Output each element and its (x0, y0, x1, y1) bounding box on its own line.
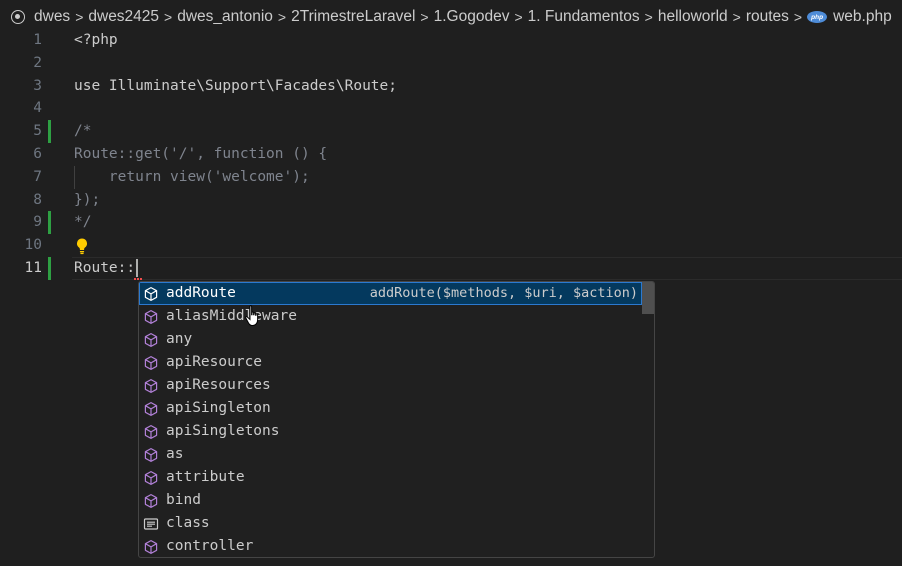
suggest-item[interactable]: aliasMiddleware (139, 305, 642, 328)
line-number: 2 (33, 54, 42, 71)
method-icon (144, 424, 158, 439)
code-line-11[interactable]: 11 Route:: (0, 256, 902, 280)
chevron-right-icon: > (644, 9, 653, 25)
method-icon (144, 447, 158, 462)
suggest-label: any (166, 331, 193, 347)
code-line-2[interactable]: 2 (0, 52, 902, 75)
code-line-1[interactable]: 1 <?php (0, 29, 902, 52)
breadcrumb-item-trimestre[interactable]: 2TrimestreLaravel (291, 8, 415, 26)
suggest-item[interactable]: any (139, 328, 642, 351)
breadcrumb-item-fundamentos[interactable]: 1. Fundamentos (528, 8, 640, 26)
chevron-right-icon: > (732, 9, 741, 25)
code-line-3[interactable]: 3 use Illuminate\Support\Facades\Route; (0, 75, 902, 98)
line-number: 7 (33, 168, 42, 185)
code-line-8[interactable]: 8 }); (0, 189, 902, 212)
method-icon (144, 539, 158, 554)
gutter-change-marker (48, 211, 51, 235)
chevron-right-icon: > (75, 9, 84, 25)
suggest-scrollbar[interactable] (642, 282, 654, 314)
code-text-with-cursor: Route:: (74, 257, 139, 280)
method-icon (144, 309, 158, 324)
breadcrumb-item-gogodev[interactable]: 1.Gogodev (434, 8, 510, 26)
code-editor[interactable]: 1 <?php 2 3 use Illuminate\Support\Facad… (0, 29, 902, 280)
method-icon (144, 470, 158, 485)
class-keyword-icon (143, 517, 159, 530)
suggest-item[interactable]: apiSingleton (139, 397, 642, 420)
line-number: 3 (33, 77, 42, 94)
line-number: 5 (33, 123, 42, 140)
chevron-right-icon: > (793, 9, 803, 25)
suggest-label: apiResource (166, 354, 263, 370)
code-text: }); (74, 191, 101, 208)
code-text: return view('welcome'); (74, 168, 310, 185)
line-number: 8 (33, 191, 42, 208)
method-icon (144, 332, 158, 347)
code-line-5[interactable]: 5 /* (0, 120, 902, 143)
suggest-label: controller (166, 538, 254, 554)
line-number: 4 (33, 100, 42, 117)
breadcrumb-item-file[interactable]: web.php (833, 8, 892, 26)
method-icon (144, 401, 158, 416)
breadcrumb-item-dwes-antonio[interactable]: dwes_antonio (177, 8, 273, 26)
code-text: */ (74, 214, 92, 231)
autocomplete-suggest-widget[interactable]: addRoute addRoute($methods, $uri, $actio… (138, 281, 655, 558)
code-line-9[interactable]: 9 */ (0, 211, 902, 235)
chevron-right-icon: > (514, 9, 523, 25)
suggest-label: apiSingletons (166, 423, 280, 439)
breadcrumb-item-helloworld[interactable]: helloworld (658, 8, 728, 26)
root-folder-icon (11, 10, 25, 24)
line-number: 10 (24, 237, 42, 254)
code-line-10[interactable]: 10 (0, 234, 902, 257)
chevron-right-icon: > (420, 9, 429, 25)
suggest-item[interactable]: class (139, 512, 642, 535)
suggest-item[interactable]: apiResource (139, 351, 642, 374)
code-line-4[interactable]: 4 (0, 97, 902, 120)
suggest-item[interactable]: addRoute addRoute($methods, $uri, $actio… (139, 282, 642, 305)
lightbulb-icon[interactable] (75, 237, 89, 255)
suggest-label: class (166, 515, 210, 531)
suggest-item[interactable]: as (139, 443, 642, 466)
suggest-label: aliasMiddleware (166, 308, 297, 324)
breadcrumb-item-dwes2425[interactable]: dwes2425 (88, 8, 159, 26)
gutter-change-marker (48, 256, 51, 280)
code-text: <?php (74, 32, 118, 48)
suggest-label: bind (166, 492, 201, 508)
suggest-label: addRoute (166, 285, 236, 301)
current-line-highlight (72, 256, 902, 280)
hand-pointer-icon (245, 305, 259, 326)
code-line-7[interactable]: 7 return view('welcome'); (0, 165, 902, 189)
breadcrumb-item-routes[interactable]: routes (746, 8, 789, 26)
suggest-item[interactable]: apiResources (139, 374, 642, 397)
suggest-item[interactable]: controller (139, 535, 642, 557)
suggest-label: apiResources (166, 377, 271, 393)
error-squiggle (134, 275, 142, 280)
breadcrumb-item-dwes[interactable]: dwes (34, 8, 70, 26)
code-text: use Illuminate\Support\Facades\Route; (74, 77, 398, 94)
method-icon (144, 493, 158, 508)
chevron-right-icon: > (164, 9, 173, 25)
code-text: Route::get('/', function () { (74, 145, 328, 162)
suggest-item[interactable]: attribute (139, 466, 642, 489)
method-icon (144, 355, 158, 370)
code-line-6[interactable]: 6 Route::get('/', function () { (0, 143, 902, 166)
chevron-right-icon: > (277, 9, 287, 25)
method-icon (144, 378, 158, 393)
method-icon (144, 286, 158, 301)
line-number: 1 (33, 32, 42, 48)
line-number: 11 (24, 259, 42, 276)
php-file-icon: php (807, 11, 828, 23)
suggest-item[interactable]: apiSingletons (139, 420, 642, 443)
suggest-label: apiSingleton (166, 400, 271, 416)
suggest-label: as (166, 446, 184, 462)
line-number: 6 (33, 145, 42, 162)
suggest-detail: addRoute($methods, $uri, $action) (369, 285, 638, 301)
line-number: 9 (33, 214, 42, 231)
suggest-item[interactable]: bind (139, 489, 642, 512)
suggest-label: attribute (166, 469, 245, 485)
gutter-change-marker (48, 120, 51, 143)
code-text: Route:: (74, 259, 136, 276)
code-text: /* (74, 123, 92, 140)
